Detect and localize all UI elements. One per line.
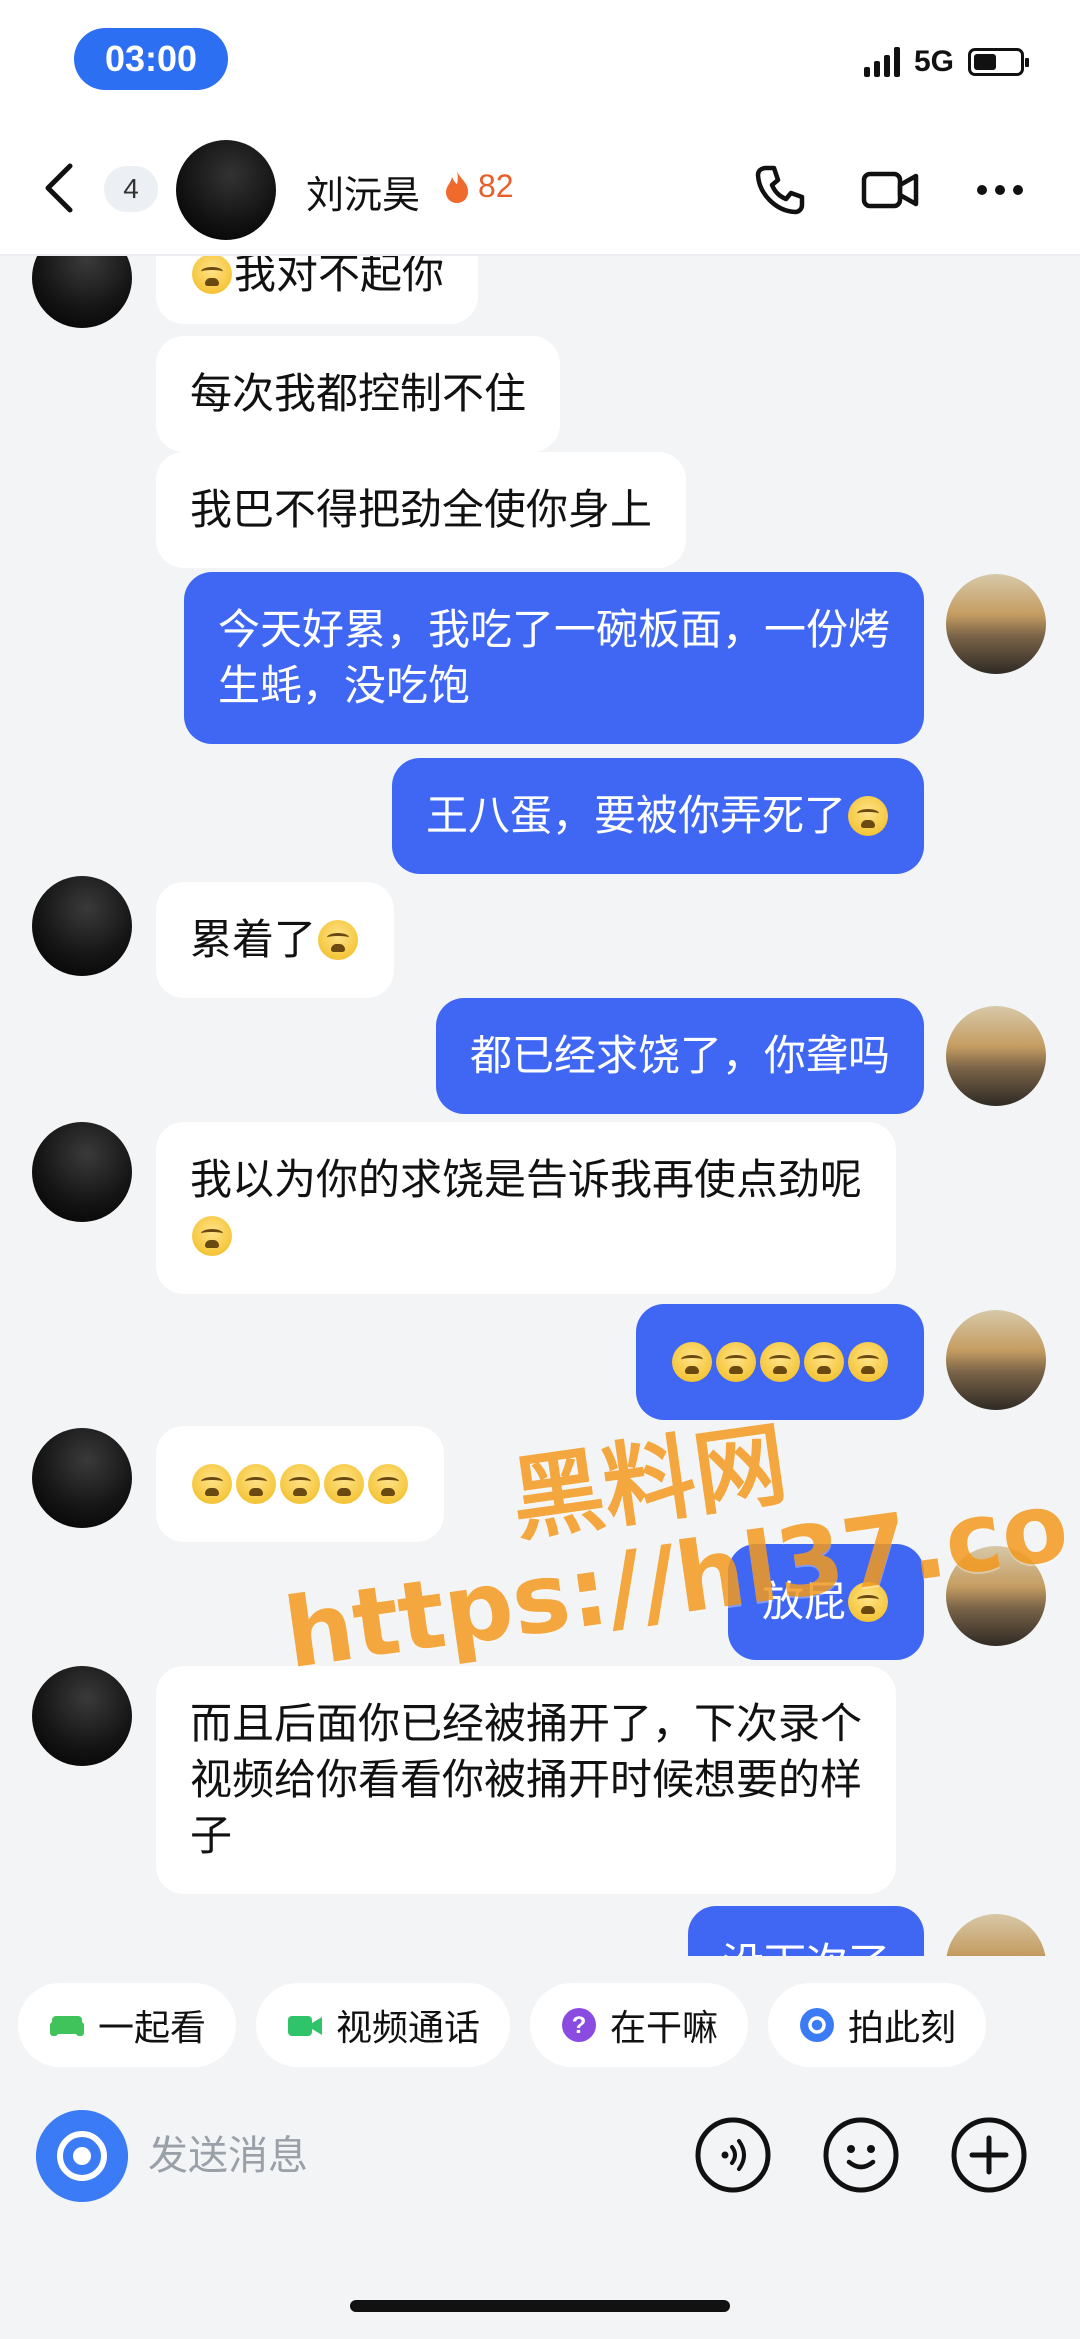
unread-badge[interactable]: 4 — [104, 166, 158, 212]
capture-moment-button[interactable]: 拍此刻 — [768, 1983, 987, 2067]
message-bubble[interactable]: 王八蛋，要被你弄死了 — [391, 758, 924, 874]
network-type: 5G — [913, 45, 954, 78]
home-indicator[interactable] — [350, 2300, 730, 2312]
status-time: 03:00 — [74, 28, 228, 90]
crying-emoji-icon — [192, 256, 232, 294]
message-bubble[interactable] — [156, 1426, 444, 1542]
message-bubble[interactable]: 今天好累，我吃了一碗板面，一份烤生蚝，没吃饱 — [184, 572, 924, 744]
crying-emoji-icon — [280, 1464, 320, 1504]
watch-together-button[interactable]: 一起看 — [18, 1983, 237, 2067]
composer — [0, 2090, 1080, 2220]
flame-icon — [446, 170, 469, 203]
question-icon: ? — [562, 2008, 597, 2042]
crying-emoji-icon — [368, 1464, 408, 1504]
whats-up-button[interactable]: ? 在干嘛 — [530, 1983, 749, 2067]
svg-text:?: ? — [572, 2012, 587, 2039]
battery-icon — [968, 48, 1029, 76]
crying-emoji-icon — [192, 1464, 232, 1504]
spark-count: 82 — [478, 168, 514, 204]
video-call-icon[interactable] — [858, 158, 922, 222]
message-bubble[interactable]: 没下次了 — [687, 1906, 924, 1956]
my-avatar[interactable] — [946, 1006, 1046, 1106]
sender-avatar[interactable] — [32, 1122, 132, 1222]
camera-icon — [800, 2008, 835, 2042]
crying-emoji-icon — [324, 1464, 364, 1504]
sender-avatar[interactable] — [32, 256, 132, 328]
crying-emoji-icon — [192, 1216, 232, 1256]
message-bubble[interactable]: 累着了 — [156, 882, 395, 998]
my-avatar[interactable] — [946, 1914, 1046, 1956]
contact-name[interactable]: 刘沅昊 — [306, 164, 420, 219]
add-icon[interactable] — [950, 2116, 1028, 2194]
emoji-icon[interactable] — [822, 2116, 900, 2194]
crying-emoji-icon — [760, 1342, 800, 1382]
message-list[interactable]: 我对不起你 每次我都控制不住 我巴不得把劲全使你身上 今天好累，我吃了一碗板面，… — [0, 256, 1080, 1956]
crying-emoji-icon — [848, 796, 888, 836]
status-bar: 03:00 5G — [0, 0, 1080, 120]
sender-avatar[interactable] — [32, 876, 132, 976]
camera-button-icon[interactable] — [36, 2110, 128, 2202]
message-bubble[interactable]: 我以为你的求饶是告诉我再使点劲呢 — [156, 1122, 896, 1294]
message-bubble[interactable]: 我巴不得把劲全使你身上 — [156, 452, 687, 568]
my-avatar[interactable] — [946, 1310, 1046, 1410]
message-bubble[interactable]: 都已经求饶了，你聋吗 — [435, 998, 924, 1114]
video-icon — [288, 2016, 323, 2036]
video-call-button[interactable]: 视频通话 — [256, 1983, 511, 2067]
message-bubble[interactable]: 而且后面你已经被捅开了，下次录个视频给你看看你被捅开时候想要的样子 — [156, 1666, 896, 1894]
more-icon[interactable] — [968, 158, 1032, 222]
crying-emoji-icon — [716, 1342, 756, 1382]
message-bubble[interactable]: 我对不起你 — [156, 256, 479, 324]
signal-icon — [863, 47, 900, 77]
contact-avatar[interactable] — [176, 140, 276, 240]
crying-emoji-icon — [672, 1342, 712, 1382]
message-input[interactable] — [148, 2114, 668, 2198]
message-bubble[interactable]: 每次我都控制不住 — [156, 336, 561, 452]
quick-actions-bar: 一起看 视频通话 ? 在干嘛 拍此刻 — [0, 1966, 1080, 2084]
status-indicators: 5G — [863, 42, 1029, 82]
crying-emoji-icon — [318, 920, 359, 960]
chat-header: 4 刘沅昊 82 — [0, 120, 1080, 256]
crying-emoji-icon — [848, 1342, 888, 1382]
sender-avatar[interactable] — [32, 1666, 132, 1766]
back-icon[interactable] — [40, 160, 80, 216]
sofa-icon — [50, 2016, 84, 2036]
spark-streak[interactable]: 82 — [442, 168, 514, 205]
sender-avatar[interactable] — [32, 1428, 132, 1528]
voice-icon[interactable] — [694, 2116, 772, 2194]
phone-icon[interactable] — [748, 158, 812, 222]
crying-emoji-icon — [804, 1342, 844, 1382]
my-avatar[interactable] — [946, 574, 1046, 674]
crying-emoji-icon — [236, 1464, 276, 1504]
